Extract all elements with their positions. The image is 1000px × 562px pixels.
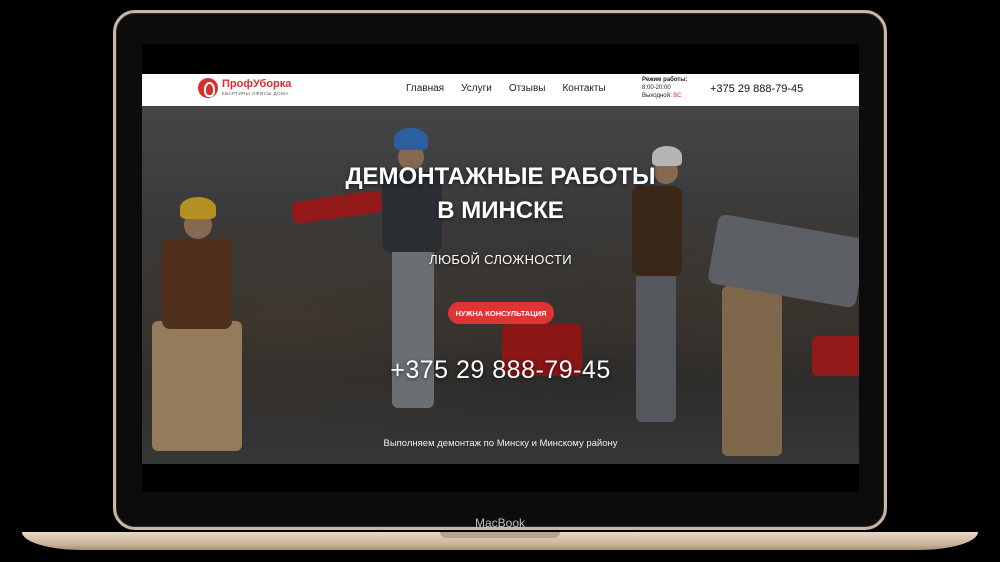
consultation-button[interactable]: Нужна консультация [448, 302, 554, 324]
working-hours: Режим работы: 8:00-20:00 Выходной: ВС [642, 76, 687, 100]
hours-time: 8:00-20:00 [642, 85, 671, 92]
site-header: ПрофУборка квартиры офисы дома Главная У… [142, 74, 859, 106]
main-nav: Главная Услуги Отзывы Контакты [406, 83, 606, 94]
logo-icon [198, 78, 218, 98]
hero-phone-link[interactable]: +375 29 888-79-45 [142, 356, 859, 385]
hours-day-off: Выходной: ВС [642, 92, 687, 100]
header-phone-link[interactable]: +375 29 888-79-45 [710, 83, 803, 95]
nav-item-reviews[interactable]: Отзывы [509, 83, 546, 94]
hero-service-area: Выполняем демонтаж по Минску и Минскому … [383, 438, 618, 449]
laptop-notch [440, 532, 560, 538]
logo-tagline: квартиры офисы дома [222, 91, 289, 97]
nav-item-home[interactable]: Главная [406, 83, 444, 94]
logo-name: ПрофУборка [222, 78, 292, 91]
day-off-label: Выходной: [642, 93, 672, 100]
nav-item-contacts[interactable]: Контакты [562, 83, 605, 94]
hours-title: Режим работы: [642, 77, 688, 83]
hero-title: ДЕМОНТАЖНЫЕ РАБОТЫ В МИНСКЕ [345, 163, 656, 225]
hero-subtitle: ЛЮБОЙ СЛОЖНОСТИ [429, 252, 572, 267]
day-off-value: ВС [673, 93, 682, 100]
browser-screen: ПрофУборка квартиры офисы дома Главная У… [142, 44, 859, 492]
nav-item-services[interactable]: Услуги [461, 83, 492, 94]
laptop-brand-label: MacBook [474, 516, 526, 530]
site-logo[interactable]: ПрофУборка квартиры офисы дома [198, 78, 291, 98]
hero-section: ДЕМОНТАЖНЫЕ РАБОТЫ В МИНСКЕ ЛЮБОЙ СЛОЖНО… [142, 106, 859, 464]
